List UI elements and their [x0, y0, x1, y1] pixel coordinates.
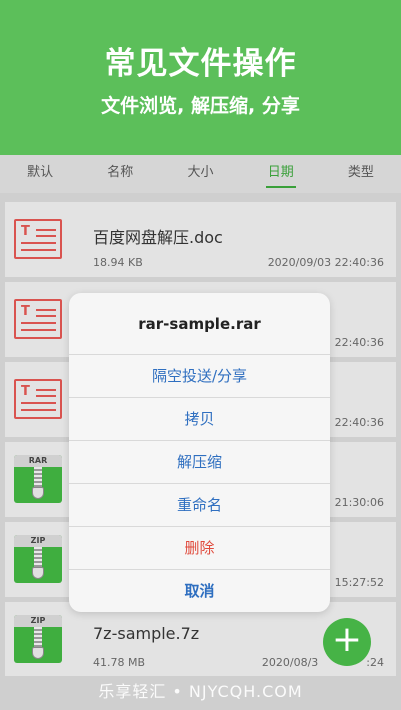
zip-icon: ZIP [14, 535, 62, 583]
watermark-text: 乐享轻汇 • NJYCQH.COM [98, 682, 303, 701]
add-button[interactable]: + [323, 618, 371, 666]
file-size: 41.78 MB [93, 656, 146, 669]
delete-button[interactable]: 删除 [69, 527, 330, 570]
file-name: 7z-sample.7z [93, 624, 200, 643]
tab-size[interactable]: 大小 [160, 155, 240, 193]
file-date: 15:27:52 [334, 576, 384, 589]
file-name: 百度网盘解压.doc [93, 228, 223, 247]
file-action-sheet: rar-sample.rar 隔空投送/分享 拷贝 解压缩 重命名 删除 取消 [69, 293, 330, 612]
file-date: 22:40:36 [334, 336, 384, 349]
sheet-title: rar-sample.rar [69, 293, 330, 355]
copy-button[interactable]: 拷贝 [69, 398, 330, 441]
doc-icon: T [14, 215, 62, 263]
tab-date[interactable]: 日期 [241, 155, 321, 193]
sort-tabs: 默认 名称 大小 日期 类型 [0, 155, 401, 193]
file-date: 2020/09/03 22:40:36 [267, 256, 384, 269]
tab-name[interactable]: 名称 [80, 155, 160, 193]
file-row[interactable]: T 百度网盘解压.doc 18.94 KB 2020/09/03 22:40:3… [5, 202, 396, 277]
doc-icon: T [14, 295, 62, 343]
header-banner: 常见文件操作 文件浏览, 解压缩, 分享 [0, 0, 401, 155]
tab-type[interactable]: 类型 [321, 155, 401, 193]
banner-title: 常见文件操作 [104, 46, 297, 82]
tab-default[interactable]: 默认 [0, 155, 80, 193]
file-date: 22:40:36 [334, 416, 384, 429]
cancel-button[interactable]: 取消 [69, 570, 330, 612]
share-button[interactable]: 隔空投送/分享 [69, 355, 330, 398]
file-date: 21:30:06 [334, 496, 384, 509]
extract-button[interactable]: 解压缩 [69, 441, 330, 484]
rar-icon: RAR [14, 455, 62, 503]
zip-icon: ZIP [14, 615, 62, 663]
banner-subtitle: 文件浏览, 解压缩, 分享 [101, 95, 300, 117]
file-size: 18.94 KB [93, 256, 143, 269]
rename-button[interactable]: 重命名 [69, 484, 330, 527]
doc-icon: T [14, 375, 62, 423]
file-date: 2020/08/3:24 [261, 656, 384, 669]
